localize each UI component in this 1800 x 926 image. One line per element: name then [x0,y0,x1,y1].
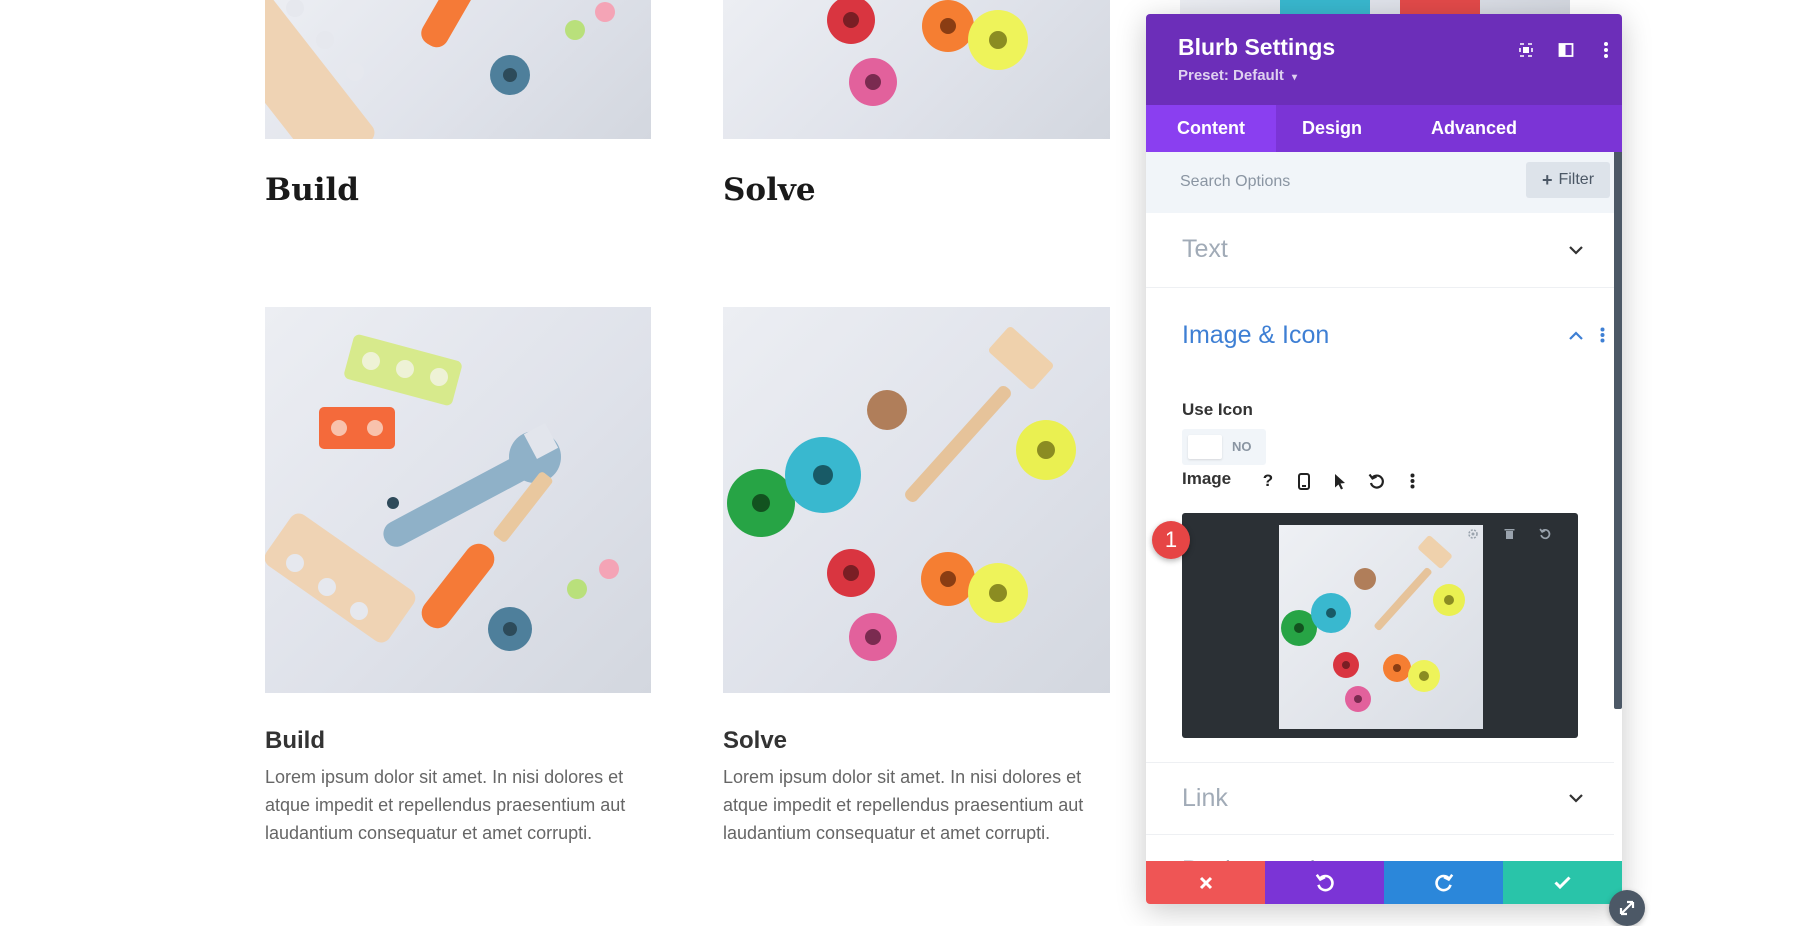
section-text[interactable]: Text [1146,213,1614,288]
filter-label: Filter [1558,171,1595,188]
panel-header: Blurb Settings Preset: Default ▾ [1146,14,1622,105]
chevron-down-icon[interactable] [1566,240,1586,260]
column-heading-solve: Solve [723,172,816,208]
image-more-icon[interactable] [1400,469,1424,493]
tab-advanced[interactable]: Advanced [1400,105,1548,152]
panel-scrollbar[interactable] [1614,152,1622,709]
undo-icon [1315,873,1334,891]
blurb-text-build: Lorem ipsum dolor sit amet. In nisi dolo… [265,767,626,843]
use-icon-toggle[interactable]: NO [1182,429,1266,465]
step-badge: 1 [1152,521,1190,559]
solve-image [723,307,1110,693]
image-upload-box[interactable]: 1 [1152,513,1578,738]
chevron-down-icon[interactable] [1566,788,1586,808]
check-icon [1554,876,1571,889]
preset-label: Preset: Default [1178,67,1284,84]
column-heading-build: Build [265,172,359,208]
solve-image-top [723,0,1110,139]
section-title-text: Text [1182,235,1228,263]
reset-icon[interactable] [1364,469,1388,493]
cursor-hover-icon[interactable] [1328,469,1352,493]
section-link[interactable]: Link [1146,762,1614,835]
settings-scroll-area: Text Image & Icon Use Icon NO Image ? 1 … [1146,213,1614,873]
help-icon[interactable]: ? [1256,469,1280,493]
search-input[interactable] [1168,162,1512,202]
save-button[interactable] [1503,861,1622,904]
image-label: Image [1182,469,1232,488]
blurb-text-solve: Lorem ipsum dolor sit amet. In nisi dolo… [723,767,1084,843]
section-title-image-icon[interactable]: Image & Icon [1182,321,1329,350]
expand-icon[interactable] [1512,36,1540,64]
sidebar-layout-icon[interactable] [1552,36,1580,64]
blurb-settings-panel: Blurb Settings Preset: Default ▾ Content… [1146,14,1622,904]
toggle-state: NO [1232,439,1252,454]
panel-title: Blurb Settings [1178,34,1336,60]
redo-button[interactable] [1384,861,1503,904]
close-icon [1199,876,1212,889]
panel-backdrop-image [1180,0,1570,14]
tab-design[interactable]: Design [1271,105,1393,152]
more-vertical-icon[interactable] [1592,36,1620,64]
section-more-icon[interactable] [1592,325,1612,345]
search-row: + Filter [1146,152,1614,213]
panel-tabs: Content Design Advanced [1146,105,1622,152]
plus-icon: + [1541,169,1553,190]
resize-handle-icon[interactable] [1609,890,1645,926]
caret-down-icon: ▾ [1292,72,1298,83]
use-icon-label: Use Icon [1182,400,1253,419]
preset-dropdown[interactable]: Preset: Default ▾ [1178,67,1297,84]
upload-reset-icon[interactable] [1536,525,1554,543]
tab-content[interactable]: Content [1146,105,1276,152]
filter-button[interactable]: + Filter [1526,162,1610,198]
build-image [265,307,651,693]
discard-button[interactable] [1146,861,1265,904]
toggle-knob [1188,435,1222,459]
image-preview [1279,525,1483,729]
redo-icon [1434,873,1453,891]
section-title-link: Link [1182,784,1228,812]
chevron-up-icon[interactable] [1566,325,1586,345]
blurb-title-solve: Solve [723,727,788,754]
gear-icon[interactable] [1464,525,1482,543]
build-image-top [265,0,651,139]
mobile-icon[interactable] [1292,469,1316,493]
blurb-title-build: Build [265,727,325,754]
panel-footer [1146,861,1622,904]
undo-button[interactable] [1265,861,1384,904]
section-image-icon: Image & Icon Use Icon NO Image ? 1 [1146,287,1614,763]
trash-icon[interactable] [1500,525,1518,543]
